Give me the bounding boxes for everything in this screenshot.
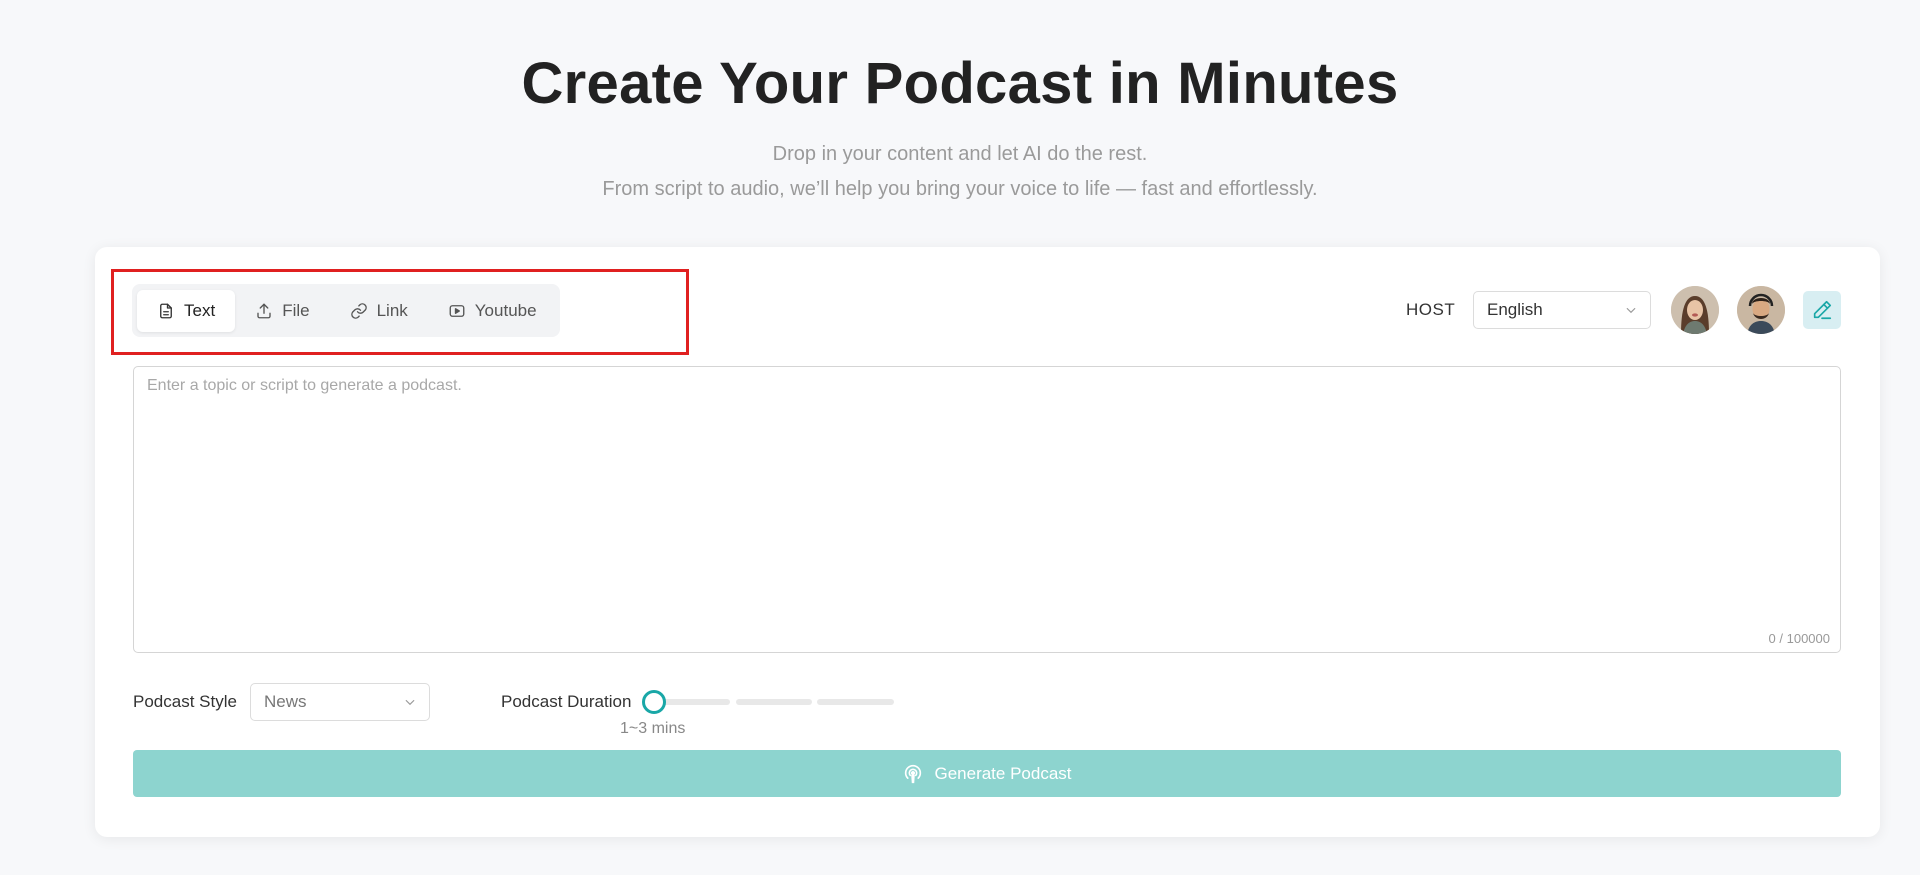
script-editor: 0 / 100000 bbox=[133, 366, 1841, 653]
document-icon bbox=[160, 303, 172, 318]
generate-podcast-button[interactable]: Generate Podcast bbox=[133, 750, 1841, 797]
link-icon bbox=[350, 302, 367, 319]
tab-link[interactable]: Link bbox=[330, 290, 428, 332]
script-input[interactable] bbox=[134, 367, 1840, 652]
chevron-down-icon bbox=[1626, 307, 1636, 314]
tab-text[interactable]: Text bbox=[137, 289, 236, 332]
edit-hosts-button[interactable] bbox=[1803, 291, 1841, 329]
podcast-duration-label: Podcast Duration bbox=[501, 692, 632, 711]
chevron-down-icon bbox=[405, 699, 415, 706]
tab-youtube-label: Youtube bbox=[474, 300, 537, 320]
slider-segment-2[interactable] bbox=[736, 699, 812, 705]
slider-segment-3[interactable] bbox=[817, 699, 894, 705]
host-avatar-female[interactable] bbox=[1671, 286, 1719, 334]
tab-link-label: Link bbox=[376, 300, 408, 320]
tab-file[interactable]: File bbox=[235, 290, 329, 332]
character-counter: 0 / 100000 bbox=[1768, 631, 1830, 646]
pencil-icon bbox=[1813, 300, 1832, 320]
tab-file-label: File bbox=[282, 300, 310, 320]
generate-podcast-label: Generate Podcast bbox=[934, 763, 1072, 783]
podcast-duration-slider[interactable] bbox=[642, 690, 894, 714]
podcast-style-label: Podcast Style bbox=[133, 692, 237, 711]
input-source-tabs: Text File Link Youtube bbox=[132, 284, 560, 337]
avatar-male-icon bbox=[1737, 286, 1785, 334]
podcast-icon bbox=[905, 764, 922, 783]
page-subtitle-line1: Drop in your content and let AI do the r… bbox=[772, 143, 1148, 165]
page-title: Create Your Podcast in Minutes bbox=[521, 51, 1399, 116]
podcast-style-select[interactable]: News bbox=[250, 683, 430, 721]
language-select[interactable]: English bbox=[1473, 291, 1651, 329]
youtube-icon bbox=[449, 304, 465, 317]
host-label: HOST bbox=[1406, 300, 1456, 319]
language-select-value: English bbox=[1487, 300, 1543, 319]
slider-thumb[interactable] bbox=[642, 690, 666, 714]
avatar-female-icon bbox=[1671, 286, 1719, 334]
podcast-style-value: News bbox=[264, 692, 307, 711]
host-avatar-male[interactable] bbox=[1737, 286, 1785, 334]
tab-youtube[interactable]: Youtube bbox=[428, 290, 557, 332]
upload-icon bbox=[257, 303, 271, 318]
podcast-duration-value: 1~3 mins bbox=[620, 720, 686, 737]
page-subtitle-line2: From script to audio, we’ll help you bri… bbox=[602, 178, 1318, 200]
tab-text-label: Text bbox=[184, 300, 216, 320]
